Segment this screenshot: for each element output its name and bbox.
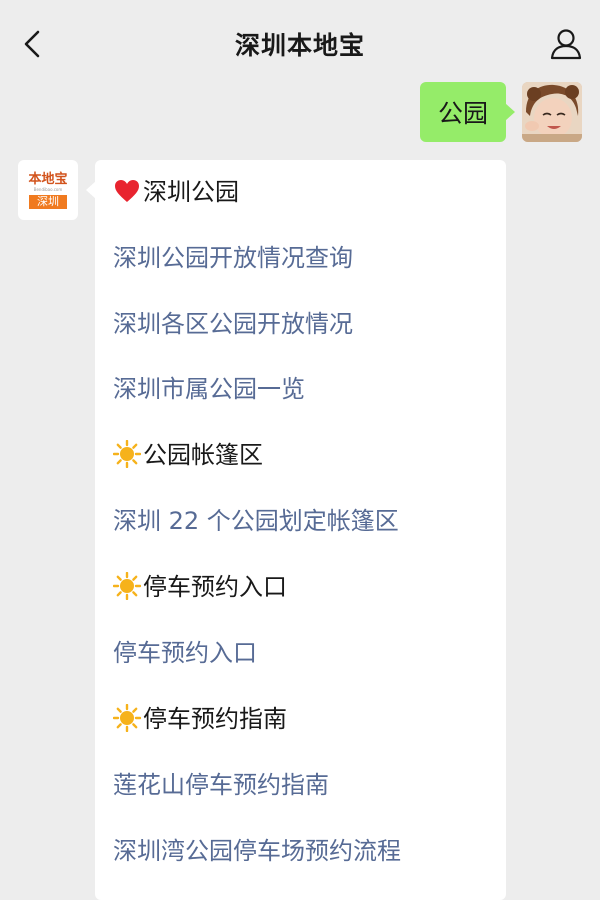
sun-icon bbox=[113, 704, 141, 732]
link-shenzhen-bay-parking-process[interactable]: 深圳湾公园停车场预约流程 bbox=[113, 835, 401, 867]
section-heading-parking-entry: 停车预约入口 bbox=[113, 571, 287, 603]
link-22-parks-tent-area[interactable]: 深圳 22 个公园划定帐篷区 bbox=[113, 505, 399, 537]
incoming-bubble: 深圳公园 深圳公园开放情况查询 深圳各区公园开放情况 深圳市属公园一览 公园帐篷… bbox=[86, 160, 506, 900]
sun-icon bbox=[113, 572, 141, 600]
outgoing-text: 公园 bbox=[437, 99, 488, 128]
link-municipal-parks-list[interactable]: 深圳市属公园一览 bbox=[113, 373, 305, 405]
heart-icon bbox=[115, 180, 139, 202]
person-icon bbox=[550, 29, 582, 60]
child-avatar-icon bbox=[522, 82, 582, 142]
outgoing-message: 公园 bbox=[419, 82, 582, 142]
section-heading-tent-area: 公园帐篷区 bbox=[113, 439, 263, 471]
profile-button[interactable] bbox=[546, 24, 586, 64]
bot-logo-city: 深圳 bbox=[29, 195, 67, 209]
page-title: 深圳本地宝 bbox=[234, 31, 365, 60]
bot-avatar[interactable]: 本地宝 Bendibao.com 深圳 bbox=[18, 160, 78, 220]
link-district-park-opening[interactable]: 深圳各区公园开放情况 bbox=[113, 308, 353, 340]
top-bar: 深圳本地宝 bbox=[0, 0, 600, 86]
user-avatar[interactable] bbox=[522, 82, 582, 142]
bot-logo-url: Bendibao.com bbox=[33, 187, 63, 192]
link-park-opening-query[interactable]: 深圳公园开放情况查询 bbox=[113, 242, 353, 274]
link-parking-reservation-entry[interactable]: 停车预约入口 bbox=[113, 637, 257, 669]
section-heading-parks: 深圳公园 bbox=[113, 176, 239, 208]
link-lianhuashan-parking-guide[interactable]: 莲花山停车预约指南 bbox=[113, 769, 329, 801]
bot-logo-text: 本地宝 bbox=[28, 172, 68, 187]
sun-icon bbox=[113, 440, 141, 468]
outgoing-bubble[interactable]: 公园 bbox=[419, 82, 516, 142]
section-heading-parking-guide: 停车预约指南 bbox=[113, 703, 287, 735]
